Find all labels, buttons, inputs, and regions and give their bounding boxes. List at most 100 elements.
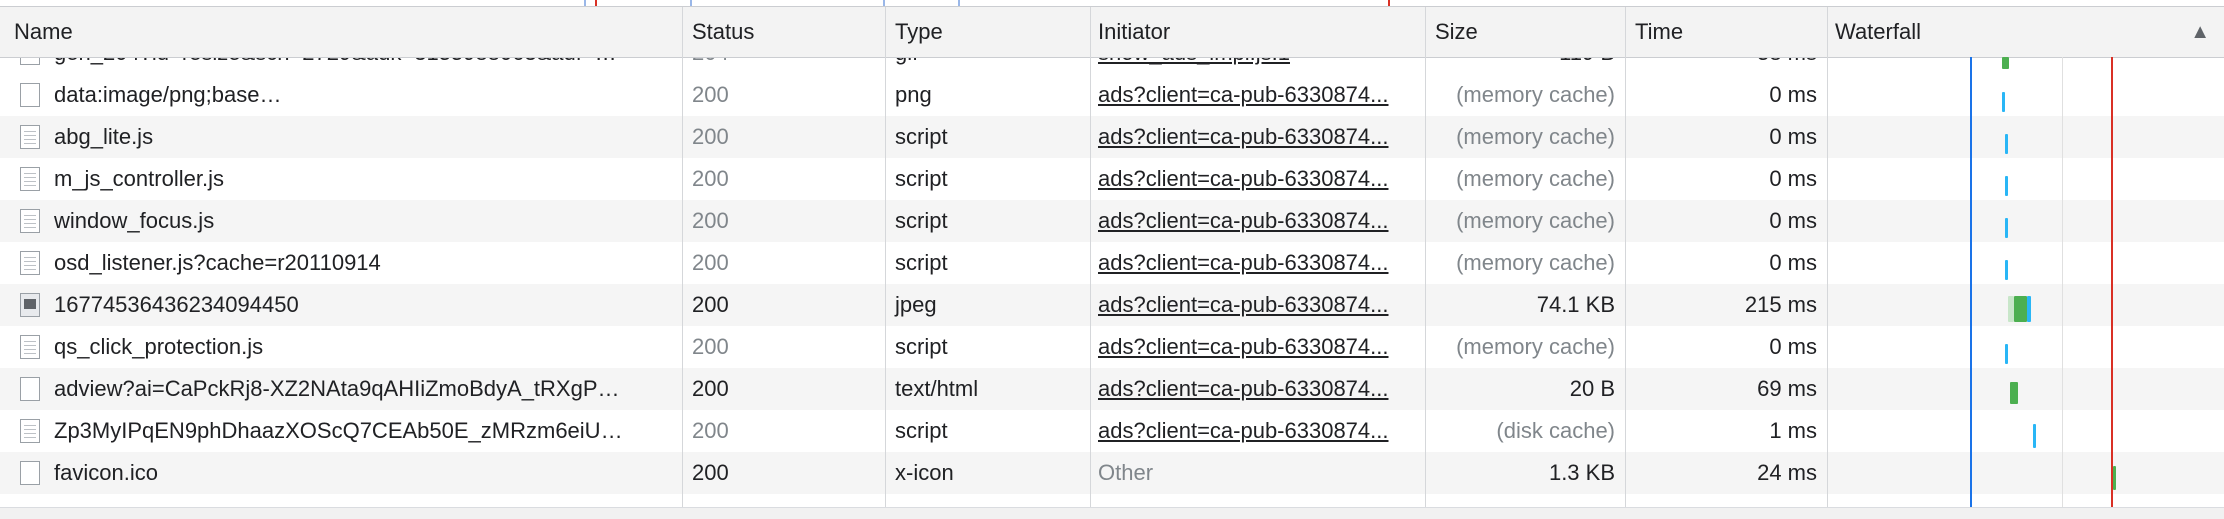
request-initiator-link[interactable]: show_ads_impl.js:1: [1090, 58, 1425, 74]
request-type: text/html: [895, 376, 979, 401]
table-row[interactable]: abg_lite.js 200 script ads?client=ca-pub…: [0, 116, 2224, 158]
request-name: data:image/png;base…: [54, 82, 282, 107]
table-row[interactable]: m_js_controller.js 200 script ads?client…: [0, 158, 2224, 200]
request-name: adview?ai=CaPckRj8-XZ2NAta9qAHIiZmoBdyA_…: [54, 376, 620, 401]
waterfall-bar[interactable]: [2014, 296, 2027, 322]
request-name: Zp3MyIPqEN9phDhaazXOScQ7CEAb50E_zMRzm6ei…: [54, 418, 623, 443]
request-status: 200: [692, 166, 729, 191]
request-type: script: [895, 124, 948, 149]
request-time: 24 ms: [1757, 460, 1817, 485]
request-initiator-link[interactable]: ads?client=ca-pub-6330874...: [1090, 410, 1425, 452]
column-divider[interactable]: [1625, 7, 1626, 507]
request-status: 200: [692, 82, 729, 107]
request-initiator-link[interactable]: ads?client=ca-pub-6330874...: [1090, 116, 1425, 158]
table-row[interactable]: 16774536436234094450 200 jpeg ads?client…: [0, 284, 2224, 326]
column-header-size[interactable]: Size: [1425, 7, 1625, 57]
request-initiator-link[interactable]: ads?client=ca-pub-6330874...: [1090, 326, 1425, 368]
column-divider[interactable]: [1090, 7, 1091, 507]
request-size: (memory cache): [1456, 250, 1615, 275]
request-status: 200: [692, 292, 729, 317]
horizontal-scrollbar[interactable]: [0, 507, 2224, 519]
request-initiator-link[interactable]: ads?client=ca-pub-6330874...: [1090, 368, 1425, 410]
waterfall-bar[interactable]: [2005, 134, 2008, 154]
request-initiator-link[interactable]: ads?client=ca-pub-6330874...: [1090, 284, 1425, 326]
request-initiator-link[interactable]: ads?client=ca-pub-6330874...: [1090, 74, 1425, 116]
network-table-header: Name Status Type Initiator Size Time Wat…: [0, 7, 2224, 58]
waterfall-bar[interactable]: [2005, 176, 2008, 196]
request-type: png: [895, 82, 932, 107]
request-time: 0 ms: [1769, 334, 1817, 359]
dom-content-loaded-marker: [1970, 57, 1972, 507]
table-row[interactable]: osd_listener.js?cache=r20110914 200 scri…: [0, 242, 2224, 284]
request-time: 0 ms: [1769, 166, 1817, 191]
column-header-name[interactable]: Name: [0, 7, 682, 57]
request-size: (memory cache): [1456, 124, 1615, 149]
request-status: 200: [692, 250, 729, 275]
waterfall-bar[interactable]: [2113, 466, 2116, 490]
table-row[interactable]: data:image/png;base… 200 png ads?client=…: [0, 74, 2224, 116]
sort-ascending-icon[interactable]: ▲: [2190, 7, 2210, 57]
request-size: 1.3 KB: [1548, 460, 1615, 485]
waterfall-bar[interactable]: [2010, 382, 2018, 404]
column-divider[interactable]: [682, 7, 683, 507]
request-size: (memory cache): [1456, 82, 1615, 107]
column-divider[interactable]: [1827, 7, 1828, 507]
request-type: x-icon: [895, 460, 954, 485]
request-type: gif: [885, 58, 1090, 74]
column-header-waterfall[interactable]: Waterfall ▲: [1827, 7, 2224, 57]
column-header-status[interactable]: Status: [682, 7, 885, 57]
request-type: script: [895, 334, 948, 359]
column-header-type[interactable]: Type: [885, 7, 1090, 57]
request-name: qs_click_protection.js: [54, 334, 264, 359]
waterfall-bar[interactable]: [2002, 57, 2009, 69]
table-row[interactable]: adview?ai=CaPckRj8-XZ2NAta9qAHIiZmoBdyA_…: [0, 368, 2224, 410]
load-event-marker: [2111, 57, 2113, 507]
waterfall-bar[interactable]: [2027, 296, 2031, 322]
request-status: 204: [682, 58, 885, 74]
column-header-time[interactable]: Time: [1625, 7, 1827, 57]
request-name: osd_listener.js?cache=r20110914: [54, 250, 381, 275]
waterfall-bar[interactable]: [2005, 260, 2008, 280]
network-request-list[interactable]: gen_204?id=resize&sch=2729&adk=315598806…: [0, 58, 2224, 500]
request-time: 0 ms: [1769, 250, 1817, 275]
request-status: 200: [692, 460, 729, 485]
request-status: 200: [692, 418, 729, 443]
request-status: 200: [692, 124, 729, 149]
request-size: 74.1 KB: [1536, 292, 1615, 317]
request-initiator-link[interactable]: ads?client=ca-pub-6330874...: [1090, 242, 1425, 284]
waterfall-bar[interactable]: [2005, 218, 2008, 238]
table-row[interactable]: Zp3MyIPqEN9phDhaazXOScQ7CEAb50E_zMRzm6ei…: [0, 410, 2224, 452]
request-type: script: [895, 208, 948, 233]
request-name: abg_lite.js: [54, 124, 154, 149]
table-row[interactable]: favicon.ico 200 x-icon Other 1.3 KB 24 m…: [0, 452, 2224, 494]
table-row[interactable]: gen_204?id=resize&sch=2729&adk=315598806…: [0, 58, 2224, 74]
request-size: (memory cache): [1456, 334, 1615, 359]
table-row[interactable]: qs_click_protection.js 200 script ads?cl…: [0, 326, 2224, 368]
request-initiator: Other: [1098, 460, 1154, 485]
waterfall-bar[interactable]: [2033, 424, 2036, 448]
request-name: favicon.ico: [54, 460, 158, 485]
request-size: (memory cache): [1456, 208, 1615, 233]
request-time: 1 ms: [1769, 418, 1817, 443]
request-time: 0 ms: [1769, 208, 1817, 233]
request-initiator-link[interactable]: ads?client=ca-pub-6330874...: [1090, 200, 1425, 242]
table-row[interactable]: window_focus.js 200 script ads?client=ca…: [0, 200, 2224, 242]
request-initiator-link[interactable]: ads?client=ca-pub-6330874...: [1090, 158, 1425, 200]
waterfall-bar[interactable]: [2005, 344, 2008, 364]
request-time: 0 ms: [1769, 82, 1817, 107]
request-name: 16774536436234094450: [54, 292, 299, 317]
column-divider[interactable]: [885, 7, 886, 507]
overview-strip: [0, 0, 2224, 7]
request-status: 200: [692, 376, 729, 401]
request-time: 215 ms: [1744, 292, 1817, 317]
request-type: script: [895, 166, 948, 191]
request-name: window_focus.js: [54, 208, 215, 233]
request-size: 119 B: [1425, 58, 1625, 74]
waterfall-bar[interactable]: [2002, 92, 2005, 112]
column-header-initiator[interactable]: Initiator: [1090, 7, 1425, 57]
request-name: m_js_controller.js: [54, 166, 224, 191]
column-header-waterfall-label: Waterfall: [1835, 19, 1921, 44]
column-divider[interactable]: [1425, 7, 1426, 507]
request-type: script: [895, 250, 948, 275]
request-status: 200: [692, 208, 729, 233]
